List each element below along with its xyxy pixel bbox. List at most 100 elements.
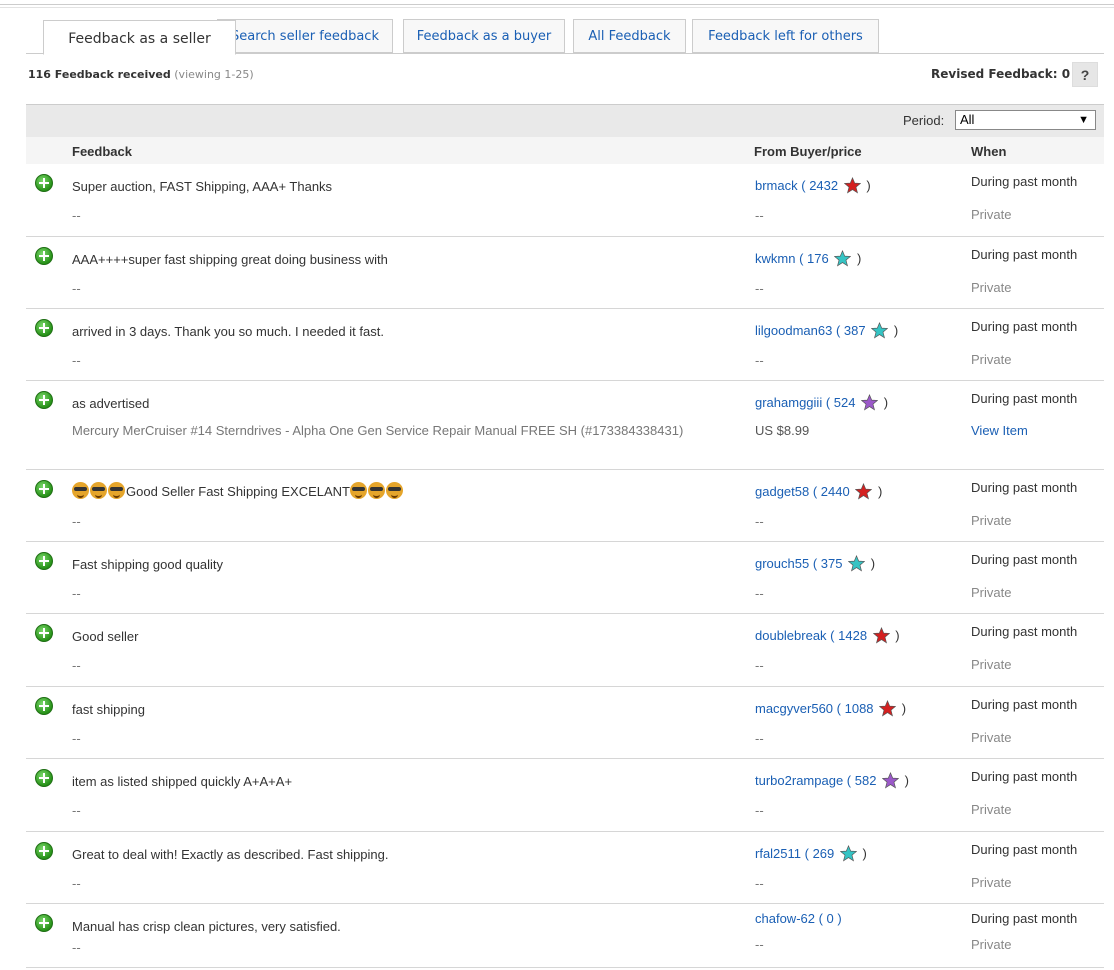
feedback-star-icon: [839, 845, 857, 862]
tab-search-seller-feedback[interactable]: Search seller feedback: [217, 19, 393, 53]
positive-feedback-icon: [35, 174, 53, 192]
feedback-comment: Good Seller Fast Shipping EXCELANT: [72, 482, 404, 499]
dropdown-arrow-icon: ▼: [1078, 114, 1089, 126]
positive-feedback-icon: [35, 552, 53, 570]
item-placeholder: --: [72, 514, 81, 529]
buyer-info: kwkmn ( 176 ): [755, 250, 862, 267]
sunglasses-emoji-icon: [72, 482, 89, 499]
tab-feedback-as-buyer[interactable]: Feedback as a buyer: [403, 19, 565, 53]
positive-feedback-icon: [35, 842, 53, 860]
revised-feedback-label: Revised Feedback: 0: [931, 67, 1071, 81]
table-row: Good Seller Fast Shipping EXCELANT -- gadg…: [26, 470, 1104, 542]
feedback-table: Super auction, FAST Shipping, AAA+ Thank…: [26, 164, 1104, 966]
buyer-link[interactable]: turbo2rampage ( 582: [755, 773, 876, 788]
feedback-when: During past month: [971, 697, 1078, 712]
buyer-username: brmack: [755, 178, 798, 193]
buyer-score: 2432: [809, 178, 839, 193]
item-placeholder: --: [72, 586, 81, 601]
buyer-username: gadget58: [755, 484, 810, 499]
price-placeholder: --: [755, 208, 764, 223]
buyer-link[interactable]: gadget58 ( 2440: [755, 484, 850, 499]
period-selected-value: All: [960, 112, 975, 127]
buyer-info: macgyver560 ( 1088 ): [755, 700, 907, 717]
period-label: Period:: [903, 113, 945, 128]
item-placeholder: --: [72, 803, 81, 818]
item-title: Mercury MerCruiser #14 Sterndrives - Alp…: [72, 423, 684, 438]
buyer-link[interactable]: rfal2511 ( 269: [755, 846, 834, 861]
buyer-score: 387: [843, 323, 866, 338]
buyer-score: 524: [833, 395, 856, 410]
feedback-star-icon: [834, 250, 852, 267]
buyer-username: rfal2511: [755, 846, 802, 861]
positive-feedback-icon: [35, 480, 53, 498]
price-placeholder: --: [755, 281, 764, 296]
feedback-count: 116 Feedback received: [28, 68, 171, 81]
feedback-star-icon: [843, 177, 861, 194]
feedback-star-icon: [871, 322, 889, 339]
feedback-comment: Manual has crisp clean pictures, very sa…: [72, 919, 341, 934]
view-item-link[interactable]: View Item: [971, 423, 1028, 438]
buyer-link[interactable]: grouch55 ( 375: [755, 556, 842, 571]
sunglasses-emoji-icon: [350, 482, 367, 499]
buyer-info: gadget58 ( 2440 ): [755, 483, 883, 500]
privacy-status: Private: [971, 280, 1012, 295]
price-placeholder: --: [755, 586, 764, 601]
buyer-link[interactable]: grahamggiii ( 524: [755, 395, 855, 410]
feedback-comment-text: Good Seller Fast Shipping EXCELANT: [126, 484, 350, 499]
sunglasses-emoji-icon: [108, 482, 125, 499]
buyer-info: grahamggiii ( 524 ): [755, 394, 889, 411]
price-placeholder: --: [755, 514, 764, 529]
buyer-link[interactable]: brmack ( 2432: [755, 178, 838, 193]
buyer-link[interactable]: kwkmn ( 176: [755, 251, 829, 266]
price-placeholder: --: [755, 731, 764, 746]
top-border: [0, 4, 1114, 5]
tab-all-feedback[interactable]: All Feedback: [573, 19, 686, 53]
buyer-score: 2440: [820, 484, 850, 499]
buyer-info: lilgoodman63 ( 387 ): [755, 322, 899, 339]
buyer-username: doublebreak: [755, 628, 827, 643]
buyer-score: 1428: [838, 628, 868, 643]
positive-feedback-icon: [35, 769, 53, 787]
column-header-when: When: [971, 144, 1007, 159]
buyer-link[interactable]: doublebreak ( 1428: [755, 628, 867, 643]
privacy-status: Private: [971, 937, 1012, 952]
feedback-comment: Great to deal with! Exactly as described…: [72, 847, 389, 862]
feedback-comment: fast shipping: [72, 702, 145, 717]
feedback-when: During past month: [971, 911, 1078, 926]
buyer-username: chafow-62: [755, 911, 815, 926]
feedback-star-icon: [855, 483, 873, 500]
buyer-info: rfal2511 ( 269 ): [755, 845, 867, 862]
buyer-username: macgyver560: [755, 701, 834, 716]
buyer-link[interactable]: chafow-62 ( 0 ): [755, 911, 842, 926]
period-select[interactable]: All ▼: [955, 110, 1096, 130]
table-row: AAA++++super fast shipping great doing b…: [26, 237, 1104, 309]
tab-feedback-as-seller[interactable]: Feedback as a seller: [43, 20, 236, 55]
buyer-username: grouch55: [755, 556, 810, 571]
table-row: Manual has crisp clean pictures, very sa…: [26, 904, 1104, 966]
buyer-score: 176: [807, 251, 829, 266]
feedback-star-icon: [879, 700, 897, 717]
buyer-link[interactable]: lilgoodman63 ( 387: [755, 323, 866, 338]
privacy-status: Private: [971, 207, 1012, 222]
buyer-info: chafow-62 ( 0 ): [755, 911, 842, 926]
tab-feedback-left-for-others[interactable]: Feedback left for others: [692, 19, 879, 53]
table-row: as advertised Mercury MerCruiser #14 Ster…: [26, 381, 1104, 470]
privacy-status: Private: [971, 875, 1012, 890]
positive-feedback-icon: [35, 697, 53, 715]
table-row: Super auction, FAST Shipping, AAA+ Thank…: [26, 164, 1104, 237]
feedback-when: During past month: [971, 391, 1078, 406]
table-row: item as listed shipped quickly A+A+A+ -- t…: [26, 759, 1104, 832]
feedback-when: During past month: [971, 769, 1078, 784]
feedback-star-icon: [872, 627, 890, 644]
table-row: fast shipping -- macgyver560 ( 1088 ) -- Dur…: [26, 687, 1104, 759]
viewing-range: (viewing 1-25): [174, 68, 254, 81]
help-button[interactable]: ?: [1072, 62, 1098, 87]
filter-bar: Period: All ▼: [26, 104, 1104, 138]
price-placeholder: --: [755, 803, 764, 818]
feedback-when: During past month: [971, 480, 1078, 495]
privacy-status: Private: [971, 657, 1012, 672]
buyer-score: 1088: [844, 701, 874, 716]
buyer-link[interactable]: macgyver560 ( 1088: [755, 701, 874, 716]
table-row: Great to deal with! Exactly as described…: [26, 832, 1104, 904]
buyer-username: kwkmn: [755, 251, 796, 266]
